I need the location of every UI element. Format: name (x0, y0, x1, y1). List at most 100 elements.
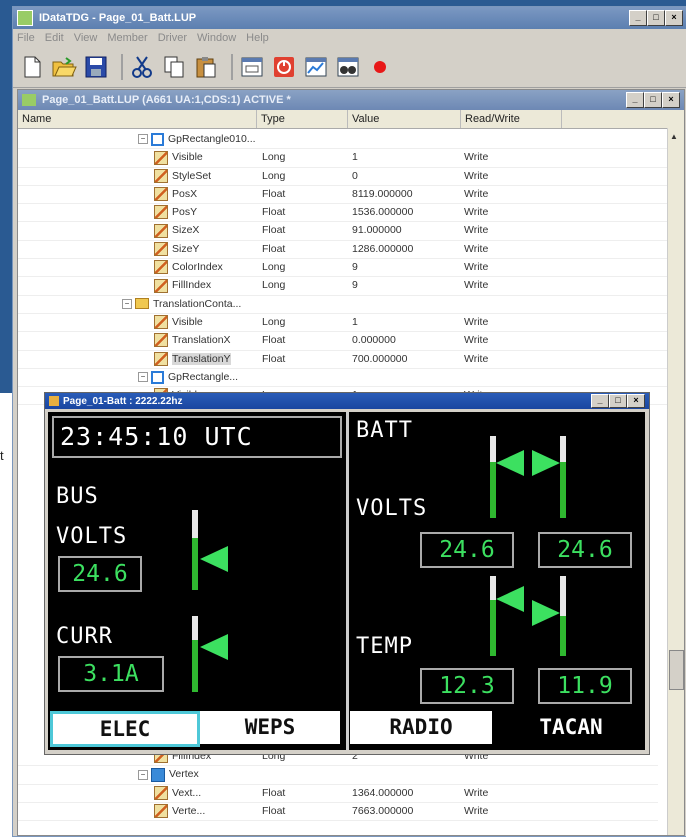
row-value: 9 (352, 261, 358, 274)
table-row[interactable]: − GpRectangle010... (18, 131, 684, 150)
open-icon[interactable] (51, 54, 77, 80)
table-row[interactable]: TranslationY Float 700.000000 Write (18, 351, 684, 369)
table-row[interactable]: − TranslationConta... (18, 296, 684, 314)
collapse-toggle-icon[interactable]: − (138, 769, 148, 780)
display-maximize-button[interactable]: □ (609, 394, 627, 408)
table-row[interactable]: − Vertex (18, 766, 658, 785)
table-row[interactable]: FillIndex Long 9 Write (18, 277, 684, 296)
row-name-cell: Visible (18, 149, 256, 166)
tab-elec[interactable]: ELEC (50, 711, 200, 747)
batt-volts-pointers-icon (496, 450, 560, 476)
paste-icon[interactable] (193, 54, 219, 80)
menu-help[interactable]: Help (246, 32, 269, 44)
row-value: 0.000000 (352, 334, 396, 347)
column-read-write[interactable]: Read/Write (461, 110, 562, 128)
record-icon[interactable] (367, 54, 393, 80)
menu-bar: File Edit View Member Driver Window Help (13, 29, 686, 47)
editor-maximize-button[interactable]: □ (644, 92, 662, 108)
table-row[interactable]: ColorIndex Long 9 Write (18, 259, 684, 278)
editor-close-button[interactable]: × (662, 92, 680, 108)
temp-pointer-2-icon (532, 600, 560, 626)
column-value[interactable]: Value (348, 110, 461, 128)
row-type: Float (262, 334, 286, 347)
new-icon[interactable] (19, 54, 45, 80)
chart-icon[interactable] (303, 54, 329, 80)
menu-view[interactable]: View (74, 32, 98, 44)
column-type[interactable]: Type (257, 110, 348, 128)
table-row[interactable]: StyleSet Long 0 Write (18, 168, 684, 186)
row-name: SizeY (172, 242, 200, 255)
toolbar (13, 47, 686, 88)
column-name[interactable]: Name (18, 110, 257, 128)
menu-member[interactable]: Member (107, 32, 147, 44)
display-titlebar: Page_01-Batt : 2222.22hz _ □ × (45, 393, 649, 409)
row-name-cell: PosX (18, 186, 256, 203)
minimize-button[interactable]: _ (629, 10, 647, 26)
table-row[interactable]: TranslationX Float 0.000000 Write (18, 332, 684, 351)
row-read-write: Write (464, 187, 489, 200)
vertical-scrollbar[interactable]: ▲ (667, 128, 684, 835)
avionics-display: 23:45:10 UTC BUS VOLTS 24.6 CURR 3.1A BA… (48, 412, 645, 750)
scroll-up-arrow-icon[interactable]: ▲ (670, 132, 678, 141)
temp-value-2: 11.9 (538, 668, 632, 704)
save-icon[interactable] (83, 54, 109, 80)
temp-pointer-1-icon (496, 586, 524, 612)
row-name-cell: TranslationX (18, 332, 256, 349)
row-name-cell: PosY (18, 204, 256, 221)
maximize-button[interactable]: □ (647, 10, 665, 26)
curr-bar-top (192, 616, 198, 640)
collapse-toggle-icon[interactable]: − (138, 372, 148, 383)
row-value: 700.000000 (352, 352, 408, 365)
stop-icon[interactable] (271, 54, 297, 80)
row-name: ColorIndex (172, 261, 223, 274)
binoculars-icon[interactable] (335, 54, 361, 80)
copy-icon[interactable] (161, 54, 187, 80)
row-name-cell: Vext... (18, 785, 256, 802)
table-row[interactable]: SizeX Float 91.000000 Write (18, 222, 684, 241)
window-icon[interactable] (239, 54, 265, 80)
row-type: Float (262, 242, 286, 255)
menu-driver[interactable]: Driver (158, 32, 187, 44)
close-button[interactable]: × (665, 10, 683, 26)
row-name-cell: − Vertex (18, 766, 256, 783)
cut-icon[interactable] (129, 54, 155, 80)
row-name-cell: SizeY (18, 241, 256, 258)
display-minimize-button[interactable]: _ (591, 394, 609, 408)
table-row[interactable]: − GpRectangle... (18, 369, 684, 388)
editor-minimize-button[interactable]: _ (626, 92, 644, 108)
row-type: Long (262, 261, 286, 274)
bus-volts-bar (192, 538, 198, 590)
row-name: Vertex (169, 768, 199, 781)
tab-tacan[interactable]: TACAN (500, 711, 642, 744)
row-name: PosX (172, 187, 198, 200)
scrollbar-thumb[interactable] (669, 650, 684, 690)
menu-window[interactable]: Window (197, 32, 236, 44)
display-close-button[interactable]: × (627, 394, 645, 408)
bus-label: BUS (56, 484, 99, 509)
table-row[interactable]: SizeY Float 1286.000000 Write (18, 241, 684, 260)
batt-volts-value-2: 24.6 (538, 532, 632, 568)
table-row[interactable]: Visible Long 1 Write (18, 314, 684, 333)
tab-weps[interactable]: WEPS (200, 711, 340, 744)
table-row[interactable]: Visible Long 1 Write (18, 149, 684, 168)
menu-edit[interactable]: Edit (45, 32, 64, 44)
table-row[interactable]: PosY Float 1536.000000 Write (18, 204, 684, 223)
collapse-toggle-icon[interactable]: − (138, 134, 148, 145)
bus-volts-value: 24.6 (58, 556, 142, 592)
row-type: Float (262, 786, 286, 799)
table-row[interactable]: Vext... Float 1364.000000 Write (18, 785, 658, 803)
menu-file[interactable]: File (17, 32, 35, 44)
collapse-toggle-icon[interactable]: − (122, 298, 132, 309)
row-name-cell: StyleSet (18, 168, 256, 185)
toolbar-separator (121, 54, 123, 80)
row-value: 8119.000000 (352, 187, 413, 200)
tab-radio[interactable]: RADIO (350, 711, 492, 744)
bus-volts-label: VOLTS (56, 524, 128, 549)
property-tree: − GpRectangle010... Visible Long 1 Write Style… (18, 129, 684, 406)
row-name: TranslationConta... (153, 297, 242, 310)
row-name: GpRectangle... (168, 370, 239, 383)
row-type: Float (262, 352, 286, 365)
table-row[interactable]: PosX Float 8119.000000 Write (18, 186, 684, 205)
row-type: Float (262, 187, 286, 200)
table-row[interactable]: Verte... Float 7663.000000 Write (18, 803, 658, 822)
